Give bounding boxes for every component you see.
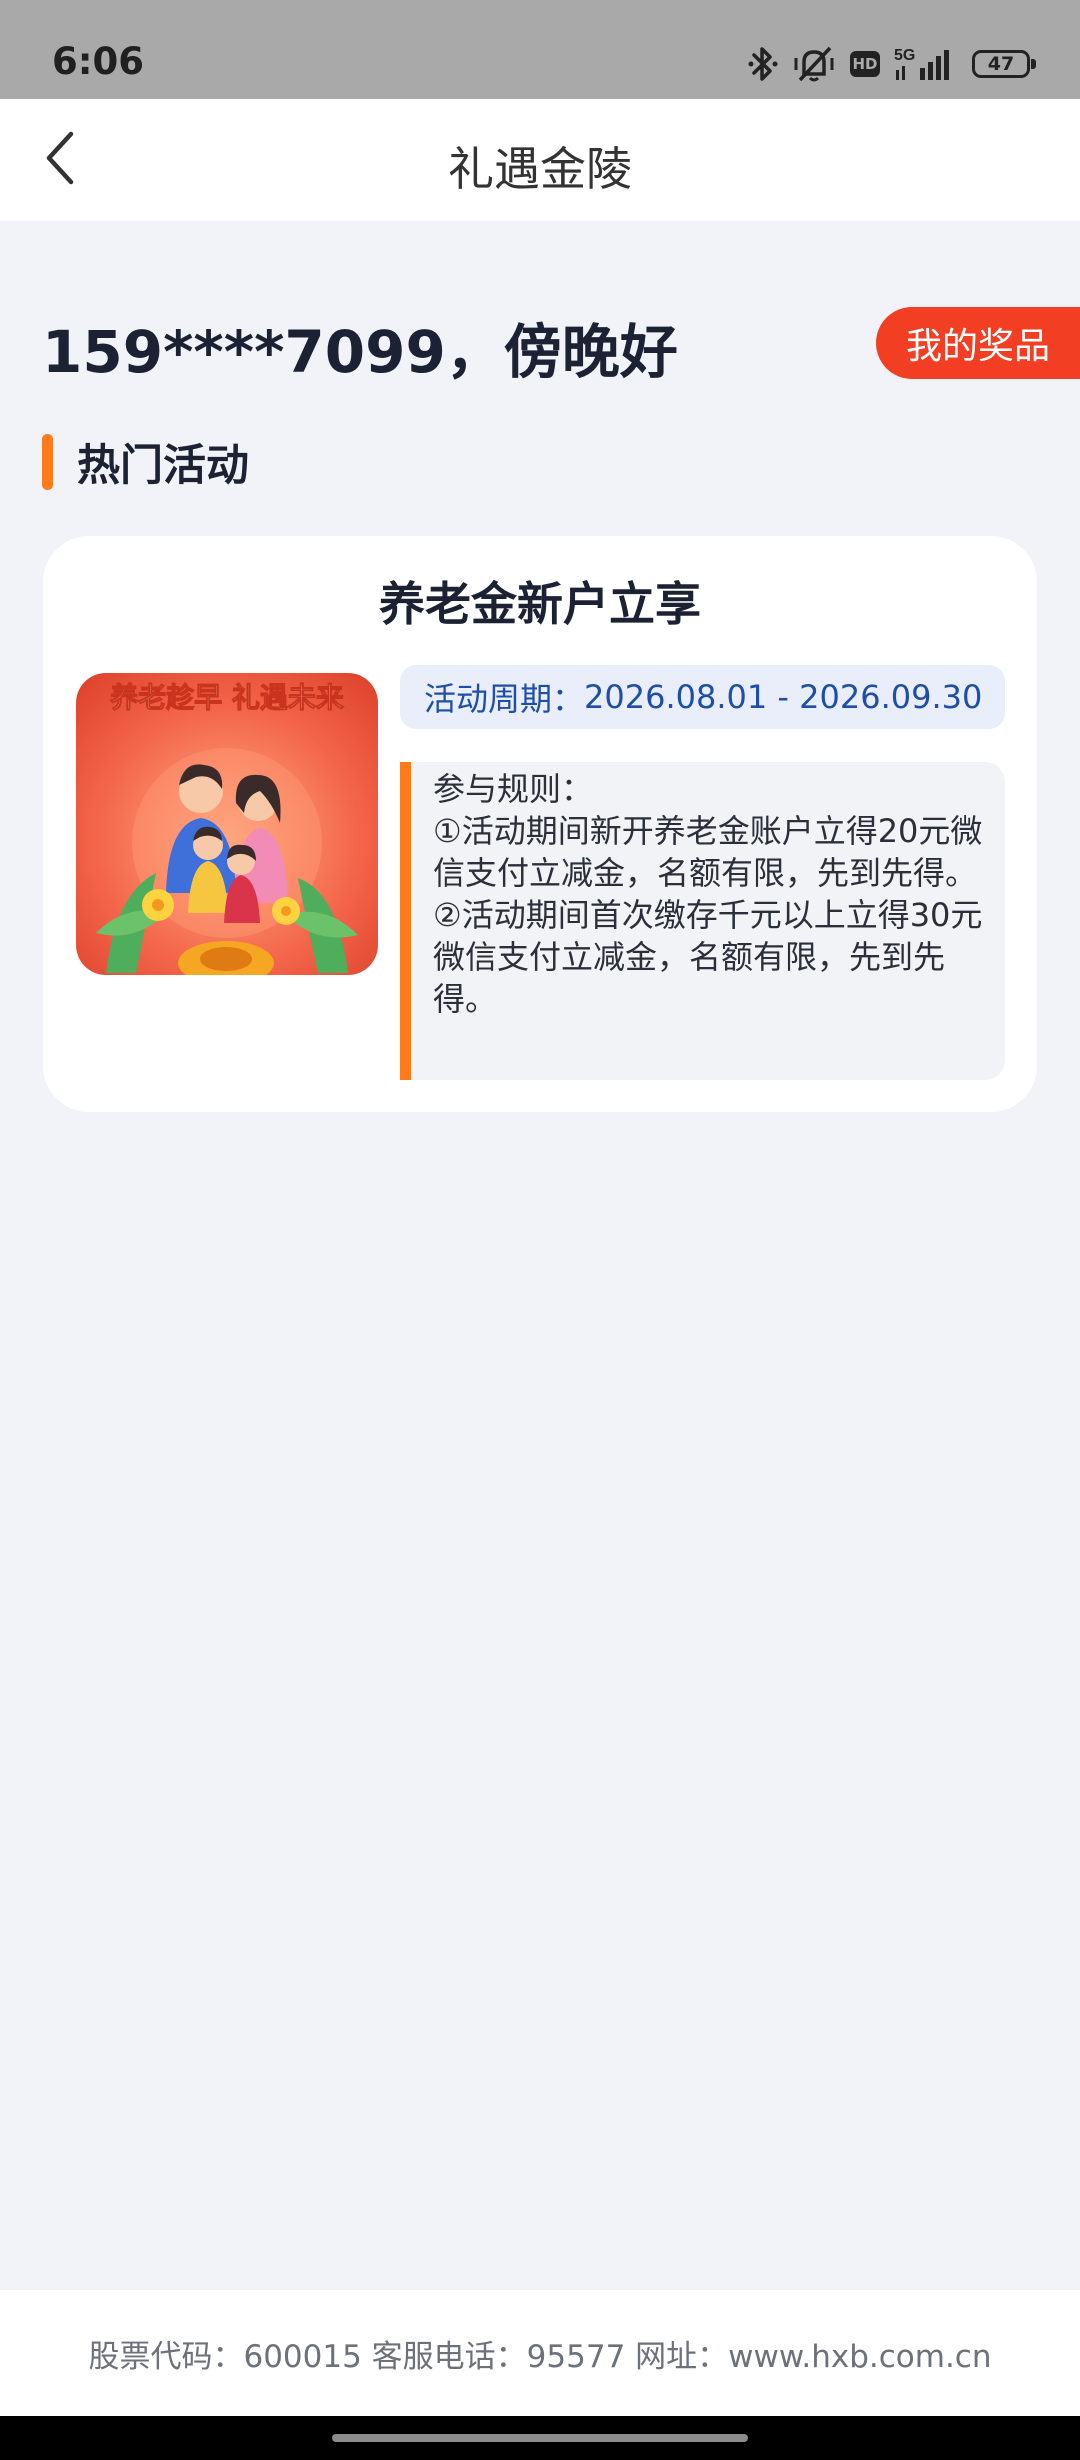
footer-info: 股票代码：600015 客服电话：95577 网址：www.hxb.com.cn [0, 2290, 1080, 2416]
rule-item: ②活动期间首次缴存千元以上立得30元微信支付立减金，名额有限，先到先得。 [433, 896, 983, 1018]
page-title: 礼遇金陵 [448, 142, 632, 196]
activity-period: 活动周期： 2026.08.01 - 2026.09.30 [400, 665, 1005, 729]
bluetooth-icon [748, 45, 778, 83]
status-icons: HD 5G 47 [748, 44, 1036, 84]
rule-item: ①活动期间新开养老金账户立得20元微信支付立减金，名额有限，先到先得。 [433, 812, 983, 892]
activity-rules: 参与规则： ①活动期间新开养老金账户立得20元微信支付立减金，名额有限，先到先得… [400, 762, 1005, 1080]
activity-period-label: 活动周期： [424, 680, 585, 718]
status-bar: 6:06 HD 5G 47 [0, 0, 1080, 99]
hd-icon: HD [850, 51, 880, 77]
activity-promo-image[interactable]: 养老趁早 礼遇未来 [76, 673, 378, 975]
gesture-navigation-bar [0, 2416, 1080, 2460]
section-header: 热门活动 [42, 434, 249, 491]
greeting-text: 159****7099，傍晚好 [42, 318, 678, 386]
battery-icon: 47 [972, 50, 1036, 78]
mute-vibrate-icon [792, 44, 836, 84]
signal-icon: 5G [894, 44, 958, 84]
svg-text:5G: 5G [894, 47, 915, 64]
activity-card[interactable]: 养老金新户立享 养老趁早 礼遇未来 活动周期： 2026.08.01 - 202… [43, 536, 1037, 1112]
nav-bar: 礼遇金陵 [0, 99, 1080, 221]
activity-period-value: 2026.08.01 - 2026.09.30 [584, 678, 983, 716]
my-prizes-button[interactable]: 我的奖品 [876, 307, 1080, 379]
svg-text:养老趁早 礼遇未来: 养老趁早 礼遇未来 [110, 681, 344, 714]
section-title: 热门活动 [77, 441, 249, 491]
rules-title: 参与规则： [433, 770, 594, 808]
home-indicator[interactable] [332, 2434, 748, 2442]
activity-title: 养老金新户立享 [379, 577, 701, 631]
status-time: 6:06 [52, 40, 145, 83]
section-accent-bar [42, 434, 53, 490]
